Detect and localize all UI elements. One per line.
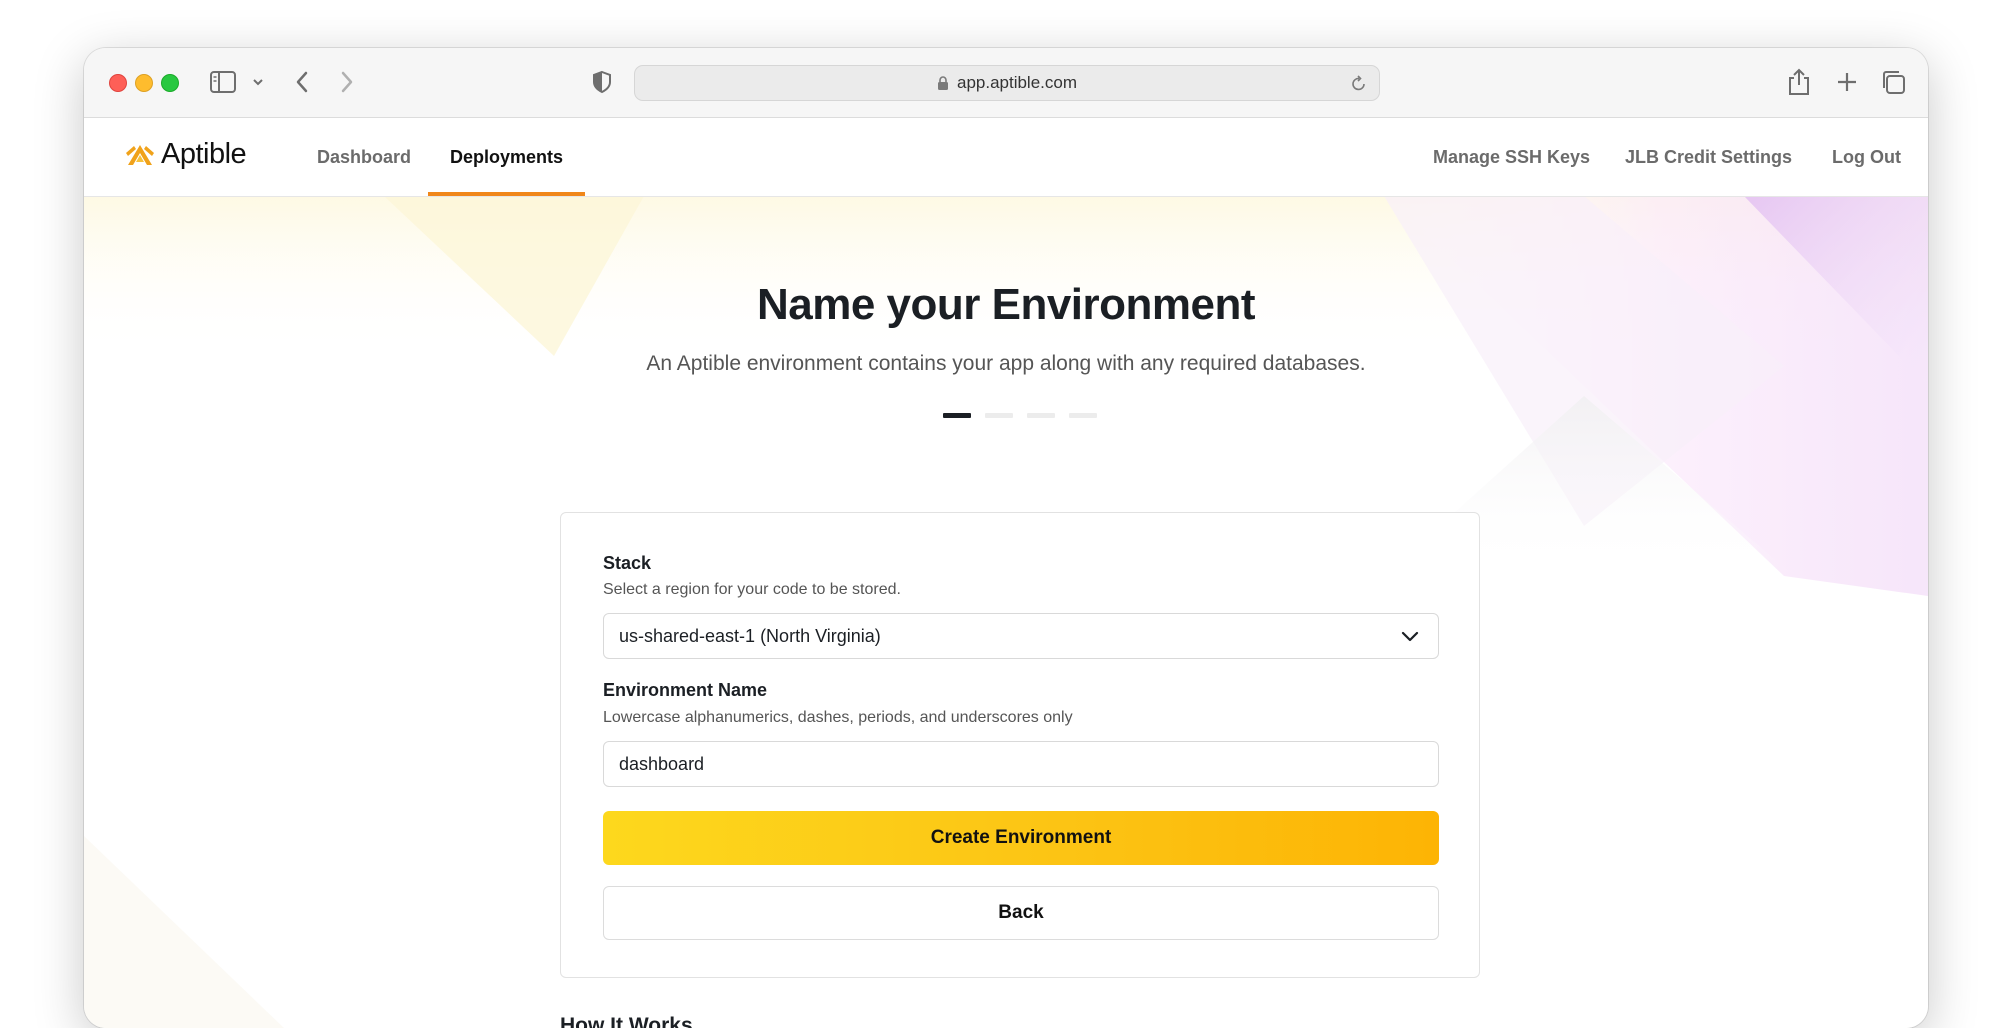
plus-icon [1838,73,1856,91]
page-subtitle: An Aptible environment contains your app… [646,352,1366,375]
environment-name-value: dashboard [619,753,705,774]
how-it-works-heading: How It Works [560,1014,693,1028]
close-window-button[interactable] [109,74,127,92]
share-icon [1789,68,1809,95]
tab-group-menu-button[interactable] [252,66,264,98]
reload-icon[interactable] [1351,74,1367,92]
main-content: Name your Environment An Aptible environ… [84,196,1928,1028]
app-navbar: Aptible Dashboard Deployments Manage SSH… [84,118,1928,197]
privacy-shield-button[interactable] [592,66,612,98]
sidebar-toggle-button[interactable] [210,66,236,98]
logo-text: Aptible [161,138,247,170]
browser-toolbar: app.aptible.com [84,48,1928,118]
environment-form-card: Stack Select a region for your code to b… [560,512,1480,978]
create-environment-button[interactable]: Create Environment [603,811,1439,865]
back-button[interactable]: Back [603,886,1439,940]
address-bar[interactable]: app.aptible.com [634,65,1380,101]
stack-help: Select a region for your code to be stor… [603,581,901,598]
step-2 [985,413,1013,418]
shield-icon [593,70,611,94]
new-tab-button[interactable] [1836,66,1858,98]
stack-select-value: us-shared-east-1 (North Virginia) [619,625,881,646]
share-button[interactable] [1788,66,1810,98]
browser-window: app.aptible.com Aptible Dashboard Deploy… [84,48,1928,1028]
stack-select[interactable]: us-shared-east-1 (North Virginia) [603,613,1439,659]
aptible-logo-icon [126,144,154,165]
stack-label: Stack [603,553,652,573]
tabs-icon [1883,71,1905,94]
aptible-logo[interactable]: Aptible [125,138,247,171]
environment-name-label: Environment Name [603,680,768,700]
step-indicator [943,413,1097,418]
tab-overview-button[interactable] [1880,66,1906,98]
nav-log-out[interactable]: Log Out [1832,118,1901,196]
chevron-down-icon [253,79,263,86]
zoom-window-button[interactable] [161,74,179,92]
chevron-right-icon [341,71,353,93]
page-title: Name your Environment [756,280,1256,329]
environment-name-help: Lowercase alphanumerics, dashes, periods… [603,709,1073,726]
nav-dashboard[interactable]: Dashboard [317,118,411,196]
lock-icon [937,76,949,90]
chevron-down-icon [1400,627,1420,647]
chevron-left-icon [296,71,308,93]
back-nav-button[interactable] [294,66,310,98]
sidebar-icon [210,71,236,93]
forward-nav-button[interactable] [339,66,355,98]
nav-jlb-credit-settings[interactable]: JLB Credit Settings [1625,118,1792,196]
nav-deployments[interactable]: Deployments [427,118,586,196]
nav-manage-ssh-keys[interactable]: Manage SSH Keys [1433,118,1590,196]
environment-name-input[interactable]: dashboard [603,741,1439,787]
step-1 [943,413,971,418]
url-text: app.aptible.com [956,73,1078,92]
step-4 [1069,413,1097,418]
minimize-window-button[interactable] [135,74,153,92]
step-3 [1027,413,1055,418]
